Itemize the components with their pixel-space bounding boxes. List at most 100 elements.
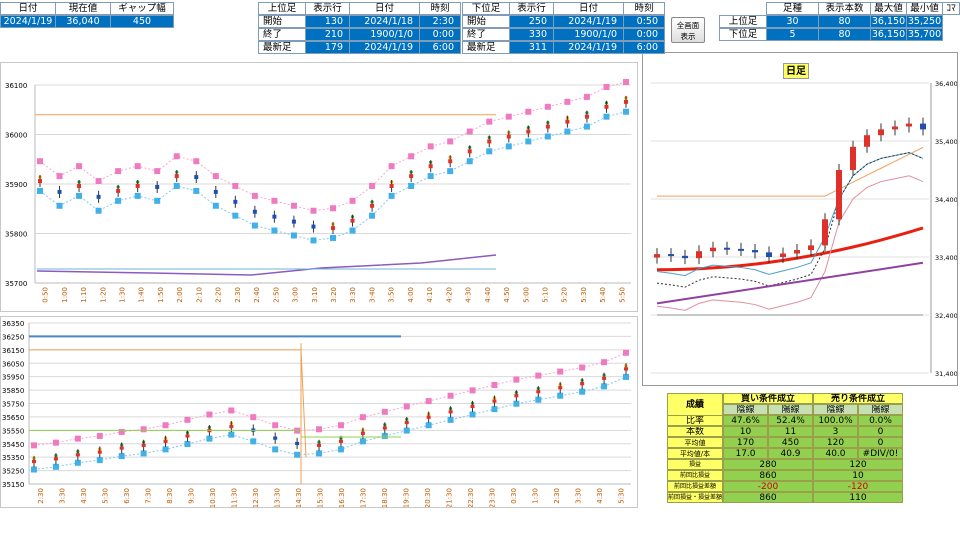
stats-sub-header: 陽線 xyxy=(858,404,903,415)
band-marker-lower xyxy=(388,192,395,199)
summary-header: 現在値 xyxy=(55,2,111,15)
range-header: 足種 xyxy=(766,2,819,15)
y-tick-label: 35800 xyxy=(5,231,27,239)
range-max: 36,150 xyxy=(870,28,907,41)
lower-chart: 36350 36250 36150 36050 35950 35850 35750 35650… xyxy=(2,320,631,507)
candle-body xyxy=(487,139,492,144)
x-tick-label: 4:20 xyxy=(445,287,453,303)
candle-body xyxy=(710,247,716,252)
candle-body xyxy=(331,226,335,231)
range-type: 5 xyxy=(766,28,819,41)
band-marker-upper xyxy=(74,435,81,442)
band-marker-upper xyxy=(408,153,415,160)
band-marker-upper xyxy=(623,79,629,86)
band-marker-lower xyxy=(56,202,63,209)
range-max: 36,150 xyxy=(870,15,907,28)
stats-buy-header: 買い条件成立 xyxy=(723,393,813,404)
band-marker-upper xyxy=(184,416,191,423)
band-marker-upper xyxy=(140,426,147,433)
daily-chart: 36,400 35,400 34,400 33,400 32,400 31,400 xyxy=(651,80,957,378)
band-marker-upper xyxy=(330,205,336,212)
stats-value: 10 xyxy=(723,426,768,437)
upper_bar-rows: 179 xyxy=(305,41,350,54)
x-tick-label: 3:20 xyxy=(330,287,338,303)
x-tick-label: 17:30 xyxy=(359,488,367,507)
band-marker-upper xyxy=(193,158,200,165)
band-marker-upper xyxy=(173,153,180,160)
candle-body xyxy=(213,189,218,194)
x-tick-label: 9:30 xyxy=(187,488,195,504)
lower_bar-row-label: 最新足 xyxy=(462,41,510,54)
stats-sell-value: -120 xyxy=(813,481,903,492)
candle-body xyxy=(878,129,884,136)
band-marker-lower xyxy=(173,182,180,189)
y-tick-label: 36350 xyxy=(2,320,24,328)
band-marker-lower xyxy=(557,392,564,399)
upper_bar-date: 2024/1/19 xyxy=(349,41,420,54)
candle-body xyxy=(470,404,475,409)
candle-body xyxy=(135,184,140,188)
band-marker-lower xyxy=(140,450,147,457)
band-marker-upper xyxy=(469,387,476,394)
stats-row-label: 比率 xyxy=(667,415,723,426)
candle-body xyxy=(141,443,146,447)
x-tick-label: 12:30 xyxy=(252,488,260,507)
range-header: ｺﾏ xyxy=(942,2,960,15)
candle-body xyxy=(360,431,365,435)
x-tick-label: 7:30 xyxy=(144,488,152,504)
candle-body xyxy=(311,224,316,229)
band-marker-upper xyxy=(232,182,239,189)
candle-body xyxy=(766,252,772,257)
candle-body xyxy=(119,446,124,450)
ma-thick-red xyxy=(656,226,924,272)
band-marker-upper xyxy=(601,359,608,366)
upper_bar-date: 1900/1/0 xyxy=(349,28,420,41)
band-marker-upper xyxy=(76,163,83,170)
x-tick-label: 3:30 xyxy=(574,488,582,504)
band-marker-lower xyxy=(583,123,590,130)
stats-row-label: 本数 xyxy=(667,426,723,437)
y-tick-label: 35150 xyxy=(2,481,24,489)
band-marker-lower xyxy=(37,187,43,194)
y-tick-label: 34,400 xyxy=(935,196,957,204)
candle-body xyxy=(668,254,674,257)
stats-value: 3 xyxy=(813,426,858,437)
stats-value: 52.4% xyxy=(768,415,813,426)
band-marker-lower xyxy=(469,411,476,418)
band-marker-lower xyxy=(513,400,520,407)
stats-value: 450 xyxy=(768,437,813,448)
x-tick-label: 4:30 xyxy=(465,287,473,303)
y-tick-label: 35350 xyxy=(2,454,24,462)
fullscreen-button[interactable]: 全画面 表示 xyxy=(671,17,705,43)
range-header: 最大値 xyxy=(870,2,907,15)
candle-body xyxy=(545,124,550,129)
candle-body xyxy=(163,439,168,443)
candle-body xyxy=(696,251,702,259)
band-marker-upper xyxy=(623,349,629,356)
band-marker-lower xyxy=(381,432,388,439)
stats-title: 成績 xyxy=(667,393,723,416)
band-marker-upper xyxy=(31,442,37,449)
band-marker-upper xyxy=(272,422,279,429)
candle-body xyxy=(624,367,628,371)
band-marker-lower xyxy=(212,202,219,209)
band-marker-lower xyxy=(162,446,169,453)
band-marker-upper xyxy=(381,408,388,415)
x-tick-label: 18:30 xyxy=(381,488,389,507)
upper_bar-date: 2024/1/18 xyxy=(349,15,420,28)
band-marker-upper xyxy=(290,202,297,209)
band-marker-lower xyxy=(447,168,454,175)
band-marker-upper xyxy=(228,407,235,414)
fullscreen-button-line1: 全画面 xyxy=(676,21,700,30)
band-marker-lower xyxy=(316,450,323,457)
x-tick-label: 1:30 xyxy=(531,488,539,504)
y-tick-label: 35900 xyxy=(5,181,27,189)
band-marker-upper xyxy=(52,439,59,446)
band-marker-lower xyxy=(250,438,257,445)
candle-body xyxy=(558,386,563,390)
candle-body xyxy=(565,119,570,124)
band-marker-upper xyxy=(525,108,532,115)
band-marker-lower xyxy=(486,148,493,155)
candle-body xyxy=(738,248,744,251)
candle-body xyxy=(96,194,101,199)
